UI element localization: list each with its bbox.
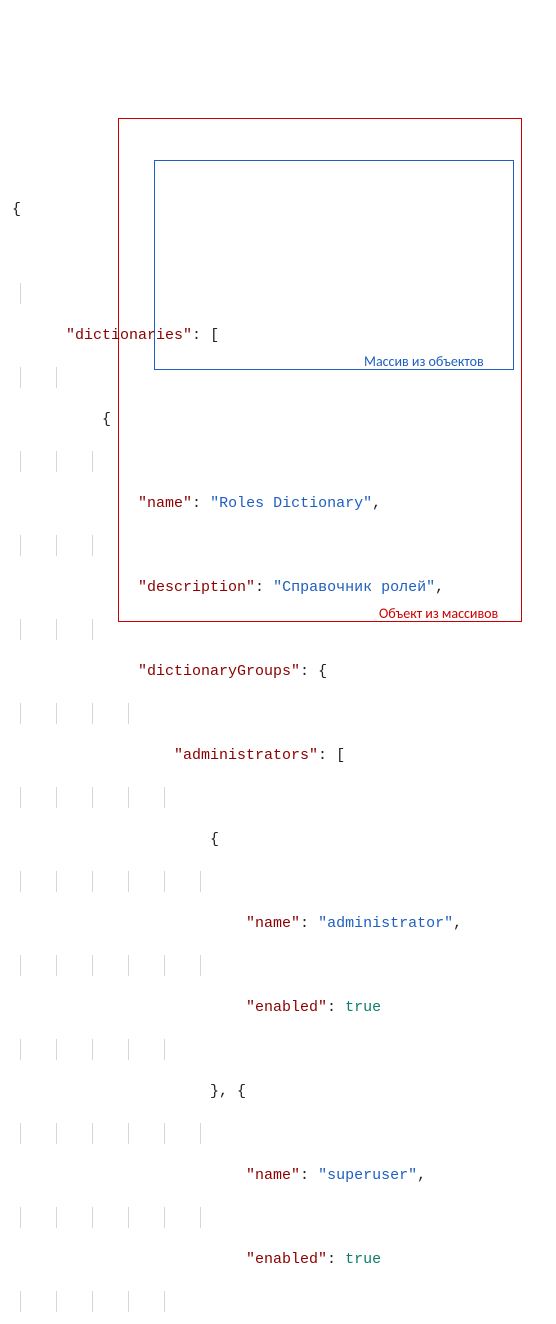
code-line: "enabled": true (12, 1207, 544, 1228)
json-string: "administrator" (318, 915, 453, 932)
bracket-open: [ (210, 327, 219, 344)
code-line: "name": "administrator", (12, 871, 544, 892)
code-line: "administrators": [ (12, 703, 544, 724)
code-line: { (12, 787, 544, 808)
bracket-open: [ (336, 747, 345, 764)
code-line: "name": "Roles Dictionary", (12, 451, 544, 472)
code-line: "dictionaryGroups": { (12, 619, 544, 640)
code-line: { (12, 199, 544, 220)
json-key: "name" (138, 495, 192, 512)
code-line: { (12, 367, 544, 388)
brace-open: { (12, 201, 21, 218)
code-line: "enabled": true (12, 955, 544, 976)
json-key: "dictionaries" (66, 327, 192, 344)
json-key: "name" (246, 915, 300, 932)
brace-open: { (210, 831, 219, 848)
json-key: "name" (246, 1167, 300, 1184)
json-key: "description" (138, 579, 255, 596)
json-key: "dictionaryGroups" (138, 663, 300, 680)
brace-open: { (237, 1083, 246, 1100)
json-string: "superuser" (318, 1167, 417, 1184)
code-line: "dictionaries": [ (12, 283, 544, 304)
code-line: "description": "Справочник ролей", (12, 535, 544, 556)
json-string: "Справочник ролей" (273, 579, 435, 596)
code-line: }, { (12, 1039, 544, 1060)
brace-open: { (102, 411, 111, 428)
json-string: "Roles Dictionary" (210, 495, 372, 512)
brace-open: { (318, 663, 327, 680)
json-key: "enabled" (246, 1251, 327, 1268)
json-keyword: true (345, 999, 381, 1016)
json-key: "enabled" (246, 999, 327, 1016)
colon: : (192, 327, 201, 344)
json-key: "administrators" (174, 747, 318, 764)
json-keyword: true (345, 1251, 381, 1268)
code-line: "name": "superuser", (12, 1123, 544, 1144)
code-line: } (12, 1291, 544, 1312)
json-code-block: Массив из объектов Объект из массивов { … (12, 10, 544, 1324)
brace-close-comma: }, (210, 1083, 228, 1100)
